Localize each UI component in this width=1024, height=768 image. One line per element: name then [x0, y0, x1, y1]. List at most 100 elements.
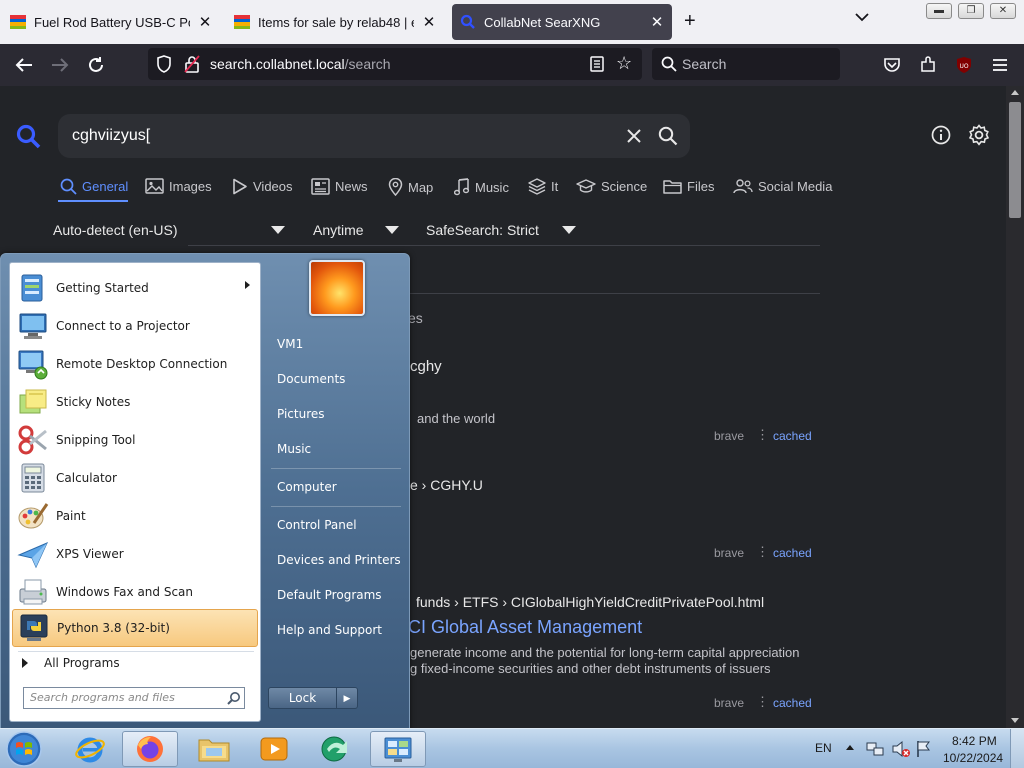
tab-fuel-rod[interactable]: Fuel Rod Battery USB-C Power I ✕ [2, 4, 220, 40]
page-scrollbar[interactable] [1006, 86, 1024, 728]
chevron-down-icon[interactable] [562, 226, 576, 234]
taskbar-app-green[interactable] [308, 731, 364, 767]
scroll-down-icon[interactable] [1011, 718, 1019, 723]
taskbar-control-panel[interactable] [370, 731, 426, 767]
new-tab-icon[interactable]: + [684, 10, 696, 33]
query-text[interactable]: cghviizyus[ [72, 127, 150, 145]
result-2-url[interactable]: e › CGHY.U [410, 477, 483, 493]
tab-videos[interactable]: Videos [232, 178, 293, 195]
program-connect-to-projector[interactable]: Connect to a Projector [12, 307, 258, 345]
result-3-title-link[interactable]: CI Global Asset Management [408, 617, 642, 638]
search-icon[interactable] [227, 691, 241, 705]
program-sticky-notes[interactable]: Sticky Notes [12, 383, 258, 421]
url-bar[interactable]: search.collabnet.local/search ☆ [148, 48, 642, 80]
tab-general[interactable]: General [60, 178, 128, 195]
start-link-help-support[interactable]: Help and Support [277, 623, 382, 637]
tab-news[interactable]: News [311, 178, 368, 195]
tab-map[interactable]: Map [388, 178, 433, 196]
language-select[interactable]: Auto-detect (en-US) [53, 222, 178, 238]
taskbar-firefox[interactable] [122, 731, 178, 767]
tab-searxng[interactable]: CollabNet SearXNG ✕ [452, 4, 672, 40]
taskbar-media-player[interactable] [246, 731, 302, 767]
clear-query-icon[interactable] [626, 128, 642, 144]
result-1-cached-link[interactable]: cached [773, 429, 812, 443]
time-range-select[interactable]: Anytime [313, 222, 364, 238]
restore-button[interactable]: ❐ [958, 3, 984, 19]
start-link-default-programs[interactable]: Default Programs [277, 588, 382, 602]
start-link-computer[interactable]: Computer [277, 480, 337, 494]
user-picture-avatar[interactable] [309, 260, 365, 316]
reader-view-icon[interactable] [590, 56, 604, 72]
tab-it[interactable]: It [528, 178, 558, 195]
back-icon[interactable] [13, 54, 35, 76]
url-text[interactable]: search.collabnet.local/search [210, 56, 391, 72]
start-link-devices-printers[interactable]: Devices and Printers [277, 553, 401, 567]
settings-gear-icon[interactable] [968, 124, 990, 146]
info-icon[interactable] [931, 125, 951, 145]
lock-warning-icon[interactable] [184, 55, 200, 73]
all-programs-button[interactable]: All Programs [18, 651, 254, 675]
result-3-cached-link[interactable]: cached [773, 696, 812, 710]
scroll-up-icon[interactable] [1011, 90, 1019, 95]
program-calculator[interactable]: Calculator [12, 459, 258, 497]
start-link-control-panel[interactable]: Control Panel [277, 518, 357, 532]
program-getting-started[interactable]: Getting Started [12, 269, 258, 307]
extensions-icon[interactable] [917, 54, 939, 76]
program-remote-desktop[interactable]: Remote Desktop Connection [12, 345, 258, 383]
program-snipping-tool[interactable]: Snipping Tool [12, 421, 258, 459]
result-1-title[interactable]: cghy [410, 358, 442, 375]
tab-science[interactable]: Science [576, 178, 647, 194]
close-icon[interactable]: ✕ [650, 13, 664, 31]
tab-social-media[interactable]: Social Media [733, 178, 832, 194]
lock-button[interactable]: Lock ▶ [268, 687, 358, 709]
tab-images[interactable]: Images [145, 178, 212, 194]
safesearch-select[interactable]: SafeSearch: Strict [426, 222, 539, 238]
close-window-button[interactable]: ✕ [990, 3, 1016, 19]
show-hidden-icons-icon[interactable] [846, 745, 854, 750]
start-button[interactable] [4, 730, 44, 768]
minimize-button[interactable]: ▬ [926, 3, 952, 19]
forward-icon[interactable] [49, 54, 71, 76]
start-link-documents[interactable]: Documents [277, 372, 345, 386]
start-link-music[interactable]: Music [277, 442, 311, 456]
list-tabs-icon[interactable] [855, 12, 869, 22]
program-fax-and-scan[interactable]: Windows Fax and Scan [12, 573, 258, 611]
taskbar-explorer[interactable] [186, 731, 242, 767]
hamburger-menu-icon[interactable] [989, 54, 1011, 76]
start-link-pictures[interactable]: Pictures [277, 407, 325, 421]
result-2-cached-link[interactable]: cached [773, 546, 812, 560]
close-icon[interactable]: ✕ [198, 13, 212, 31]
close-icon[interactable]: ✕ [422, 13, 436, 31]
shutdown-options-arrow-icon[interactable]: ▶ [337, 688, 357, 708]
lock-label[interactable]: Lock [269, 688, 337, 708]
ublock-origin-icon[interactable]: UO [953, 54, 975, 76]
pocket-icon[interactable] [881, 54, 903, 76]
tab-ebay-items[interactable]: Items for sale by relab48 | eBay ✕ [226, 4, 444, 40]
tab-files[interactable]: Files [663, 178, 714, 194]
program-search-input[interactable]: Search programs and files [23, 687, 245, 709]
show-desktop-button[interactable] [1010, 729, 1024, 768]
reload-icon[interactable] [85, 54, 107, 76]
result-3-url[interactable]: funds › ETFS › CIGlobalHighYieldCreditPr… [416, 594, 764, 610]
submit-search-icon[interactable] [658, 126, 678, 146]
program-python-38[interactable]: Python 3.8 (32-bit) [12, 609, 258, 647]
clock-date[interactable]: 10/22/2024 [943, 751, 1003, 765]
action-center-flag-icon[interactable] [915, 740, 931, 758]
tab-music[interactable]: Music [454, 178, 509, 196]
bookmark-star-icon[interactable]: ☆ [616, 54, 632, 72]
chevron-down-icon[interactable] [271, 226, 285, 234]
start-link-vm1[interactable]: VM1 [277, 337, 303, 351]
searxng-logo-icon[interactable] [16, 124, 42, 150]
input-language-indicator[interactable]: EN [815, 741, 832, 755]
taskbar-internet-explorer[interactable] [62, 731, 118, 767]
volume-muted-icon[interactable] [891, 740, 911, 758]
chevron-down-icon[interactable] [385, 226, 399, 234]
query-input[interactable]: cghviizyus[ [58, 114, 690, 158]
network-icon[interactable] [866, 740, 884, 758]
web-search-box[interactable]: Search [652, 48, 840, 80]
shield-icon[interactable] [156, 55, 172, 73]
scrollbar-thumb[interactable] [1009, 102, 1021, 218]
program-xps-viewer[interactable]: XPS Viewer [12, 535, 258, 573]
clock-time[interactable]: 8:42 PM [952, 734, 997, 748]
program-paint[interactable]: Paint [12, 497, 258, 535]
